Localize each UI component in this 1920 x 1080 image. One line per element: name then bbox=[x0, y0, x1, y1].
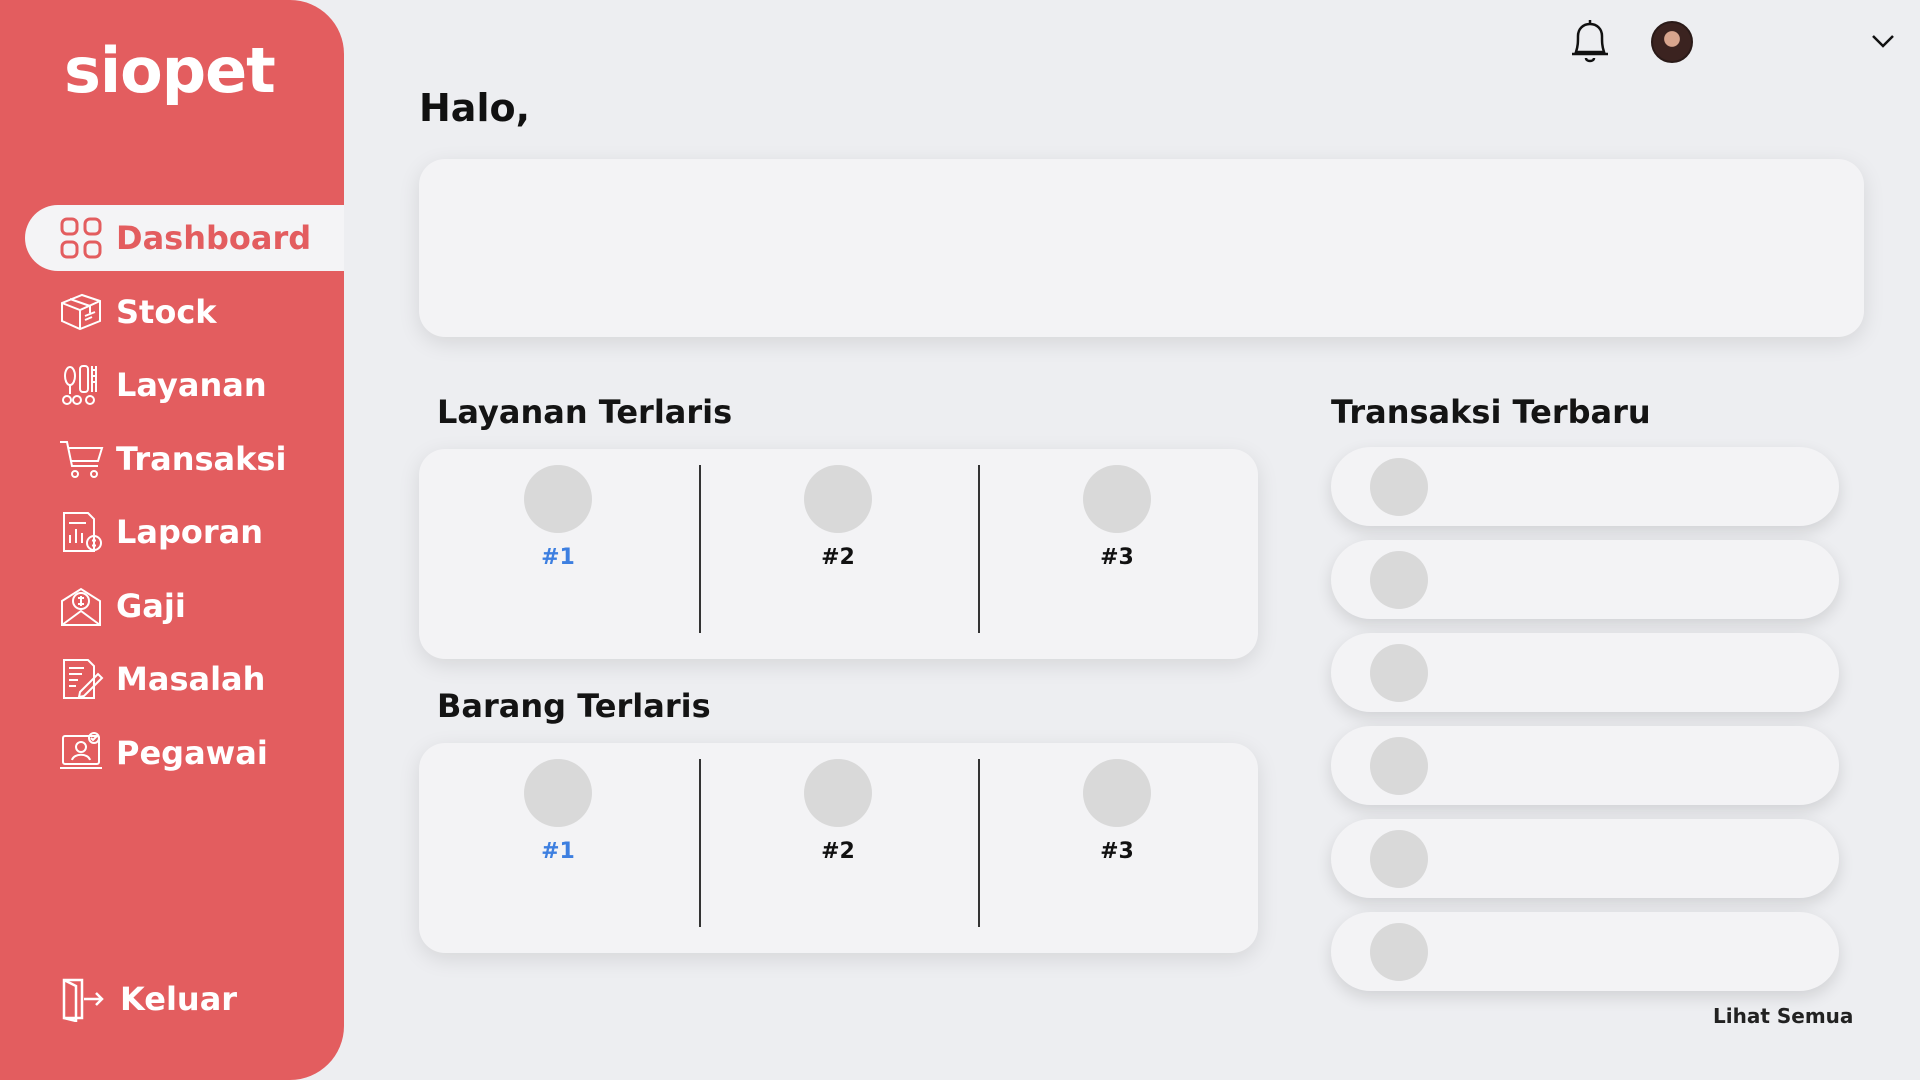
rank-item[interactable]: #3 bbox=[978, 449, 1256, 659]
rank-label: #3 bbox=[1100, 839, 1134, 864]
rank-image bbox=[1083, 465, 1151, 533]
sidebar-item-masalah[interactable]: Masalah bbox=[0, 646, 344, 712]
layanan-terlaris-title: Layanan Terlaris bbox=[437, 393, 733, 431]
rank-image bbox=[524, 759, 592, 827]
sidebar-item-label: Transaksi bbox=[116, 439, 287, 478]
app-logo[interactable]: siopet bbox=[64, 34, 276, 107]
barang-terlaris-title: Barang Terlaris bbox=[437, 687, 711, 725]
sidebar-item-label: Gaji bbox=[116, 586, 186, 625]
sidebar-item-label: Laporan bbox=[116, 513, 264, 551]
list-item[interactable] bbox=[1331, 633, 1839, 712]
sidebar-item-dashboard[interactable]: Dashboard bbox=[25, 205, 344, 271]
list-item[interactable] bbox=[1331, 726, 1839, 805]
rank-image bbox=[1083, 759, 1151, 827]
sidebar-item-transaksi[interactable]: Transaksi bbox=[0, 426, 344, 492]
issue-document-icon bbox=[58, 656, 104, 702]
sidebar-nav: Dashboard Stock Layanan Transaksi Lapora… bbox=[0, 205, 344, 793]
rank-item[interactable]: #1 bbox=[419, 449, 697, 659]
transaction-avatar bbox=[1370, 923, 1428, 981]
sidebar-item-label: Dashboard bbox=[116, 219, 312, 257]
rank-item[interactable]: #2 bbox=[699, 449, 977, 659]
transaction-avatar bbox=[1370, 830, 1428, 888]
rank-label: #1 bbox=[541, 839, 575, 864]
rank-label: #2 bbox=[821, 839, 855, 864]
rank-label: #1 bbox=[541, 545, 575, 570]
rank-item[interactable]: #3 bbox=[978, 743, 1256, 953]
list-item[interactable] bbox=[1331, 912, 1839, 991]
sidebar-item-laporan[interactable]: Laporan bbox=[0, 499, 344, 565]
chevron-down-icon[interactable] bbox=[1870, 32, 1896, 50]
sidebar-item-label: Pegawai bbox=[116, 733, 268, 772]
sidebar-item-label: Masalah bbox=[116, 660, 266, 698]
list-item[interactable] bbox=[1331, 540, 1839, 619]
sidebar: siopet Dashboard Stock Layanan Transaksi… bbox=[0, 0, 344, 1080]
logout-button[interactable]: Keluar bbox=[60, 976, 237, 1022]
dashboard-grid-icon bbox=[58, 215, 104, 261]
transaksi-terbaru-title: Transaksi Terbaru bbox=[1331, 393, 1651, 431]
rank-item[interactable]: #2 bbox=[699, 743, 977, 953]
sidebar-item-pegawai[interactable]: Pegawai bbox=[0, 720, 344, 786]
layanan-terlaris-card: #1 #2 #3 bbox=[419, 449, 1258, 659]
transaction-avatar bbox=[1370, 737, 1428, 795]
rank-item[interactable]: #1 bbox=[419, 743, 697, 953]
page-title: Halo, bbox=[419, 86, 531, 130]
employee-icon bbox=[58, 730, 104, 776]
logout-label: Keluar bbox=[120, 980, 238, 1018]
list-item[interactable] bbox=[1331, 447, 1839, 526]
rank-label: #2 bbox=[821, 545, 855, 570]
barang-terlaris-card: #1 #2 #3 bbox=[419, 743, 1258, 953]
sidebar-item-layanan[interactable]: Layanan bbox=[0, 352, 344, 418]
see-all-link[interactable]: Lihat Semua bbox=[1713, 1004, 1853, 1028]
avatar[interactable] bbox=[1651, 21, 1693, 63]
sidebar-item-stock[interactable]: Stock bbox=[0, 279, 344, 345]
rank-label: #3 bbox=[1100, 545, 1134, 570]
sidebar-item-label: Layanan bbox=[116, 366, 267, 404]
sidebar-item-gaji[interactable]: Gaji bbox=[0, 573, 344, 639]
bell-icon[interactable] bbox=[1566, 16, 1614, 66]
rank-image bbox=[804, 465, 872, 533]
rank-image bbox=[804, 759, 872, 827]
sidebar-item-label: Stock bbox=[116, 292, 217, 331]
report-icon bbox=[58, 509, 104, 555]
box-icon bbox=[58, 289, 104, 335]
cart-icon bbox=[58, 436, 104, 482]
transaction-avatar bbox=[1370, 458, 1428, 516]
salary-envelope-icon bbox=[58, 583, 104, 629]
rank-image bbox=[524, 465, 592, 533]
logout-door-icon bbox=[60, 976, 106, 1022]
transaksi-list bbox=[1331, 447, 1839, 1005]
grooming-tools-icon bbox=[58, 362, 104, 408]
list-item[interactable] bbox=[1331, 819, 1839, 898]
transaction-avatar bbox=[1370, 644, 1428, 702]
transaction-avatar bbox=[1370, 551, 1428, 609]
welcome-banner bbox=[419, 159, 1864, 337]
